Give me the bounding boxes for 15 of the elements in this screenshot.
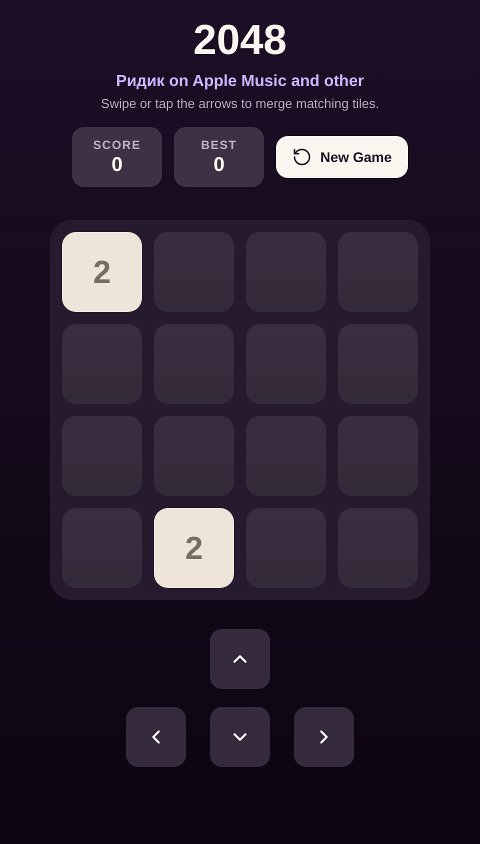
- stat-value: 0: [213, 152, 225, 176]
- stat-label: SCORE: [93, 138, 141, 152]
- stat-value: 0: [111, 152, 123, 176]
- instructions: Swipe or tap the arrows to merge matching tiles.: [100, 96, 380, 112]
- restart-icon: [292, 147, 312, 167]
- new-game-button[interactable]: New Game: [276, 136, 408, 178]
- number-tile: 2: [62, 232, 142, 312]
- up-arrow-button[interactable]: [210, 629, 270, 689]
- game-title: 2048: [193, 16, 287, 64]
- left-arrow-button[interactable]: [126, 707, 186, 767]
- number-tile: 2: [154, 508, 234, 588]
- right-arrow-button[interactable]: [294, 707, 354, 767]
- down-arrow-button[interactable]: [210, 707, 270, 767]
- subtitle: Ридик on Apple Music and other: [116, 72, 364, 92]
- stat-label: BEST: [200, 138, 237, 152]
